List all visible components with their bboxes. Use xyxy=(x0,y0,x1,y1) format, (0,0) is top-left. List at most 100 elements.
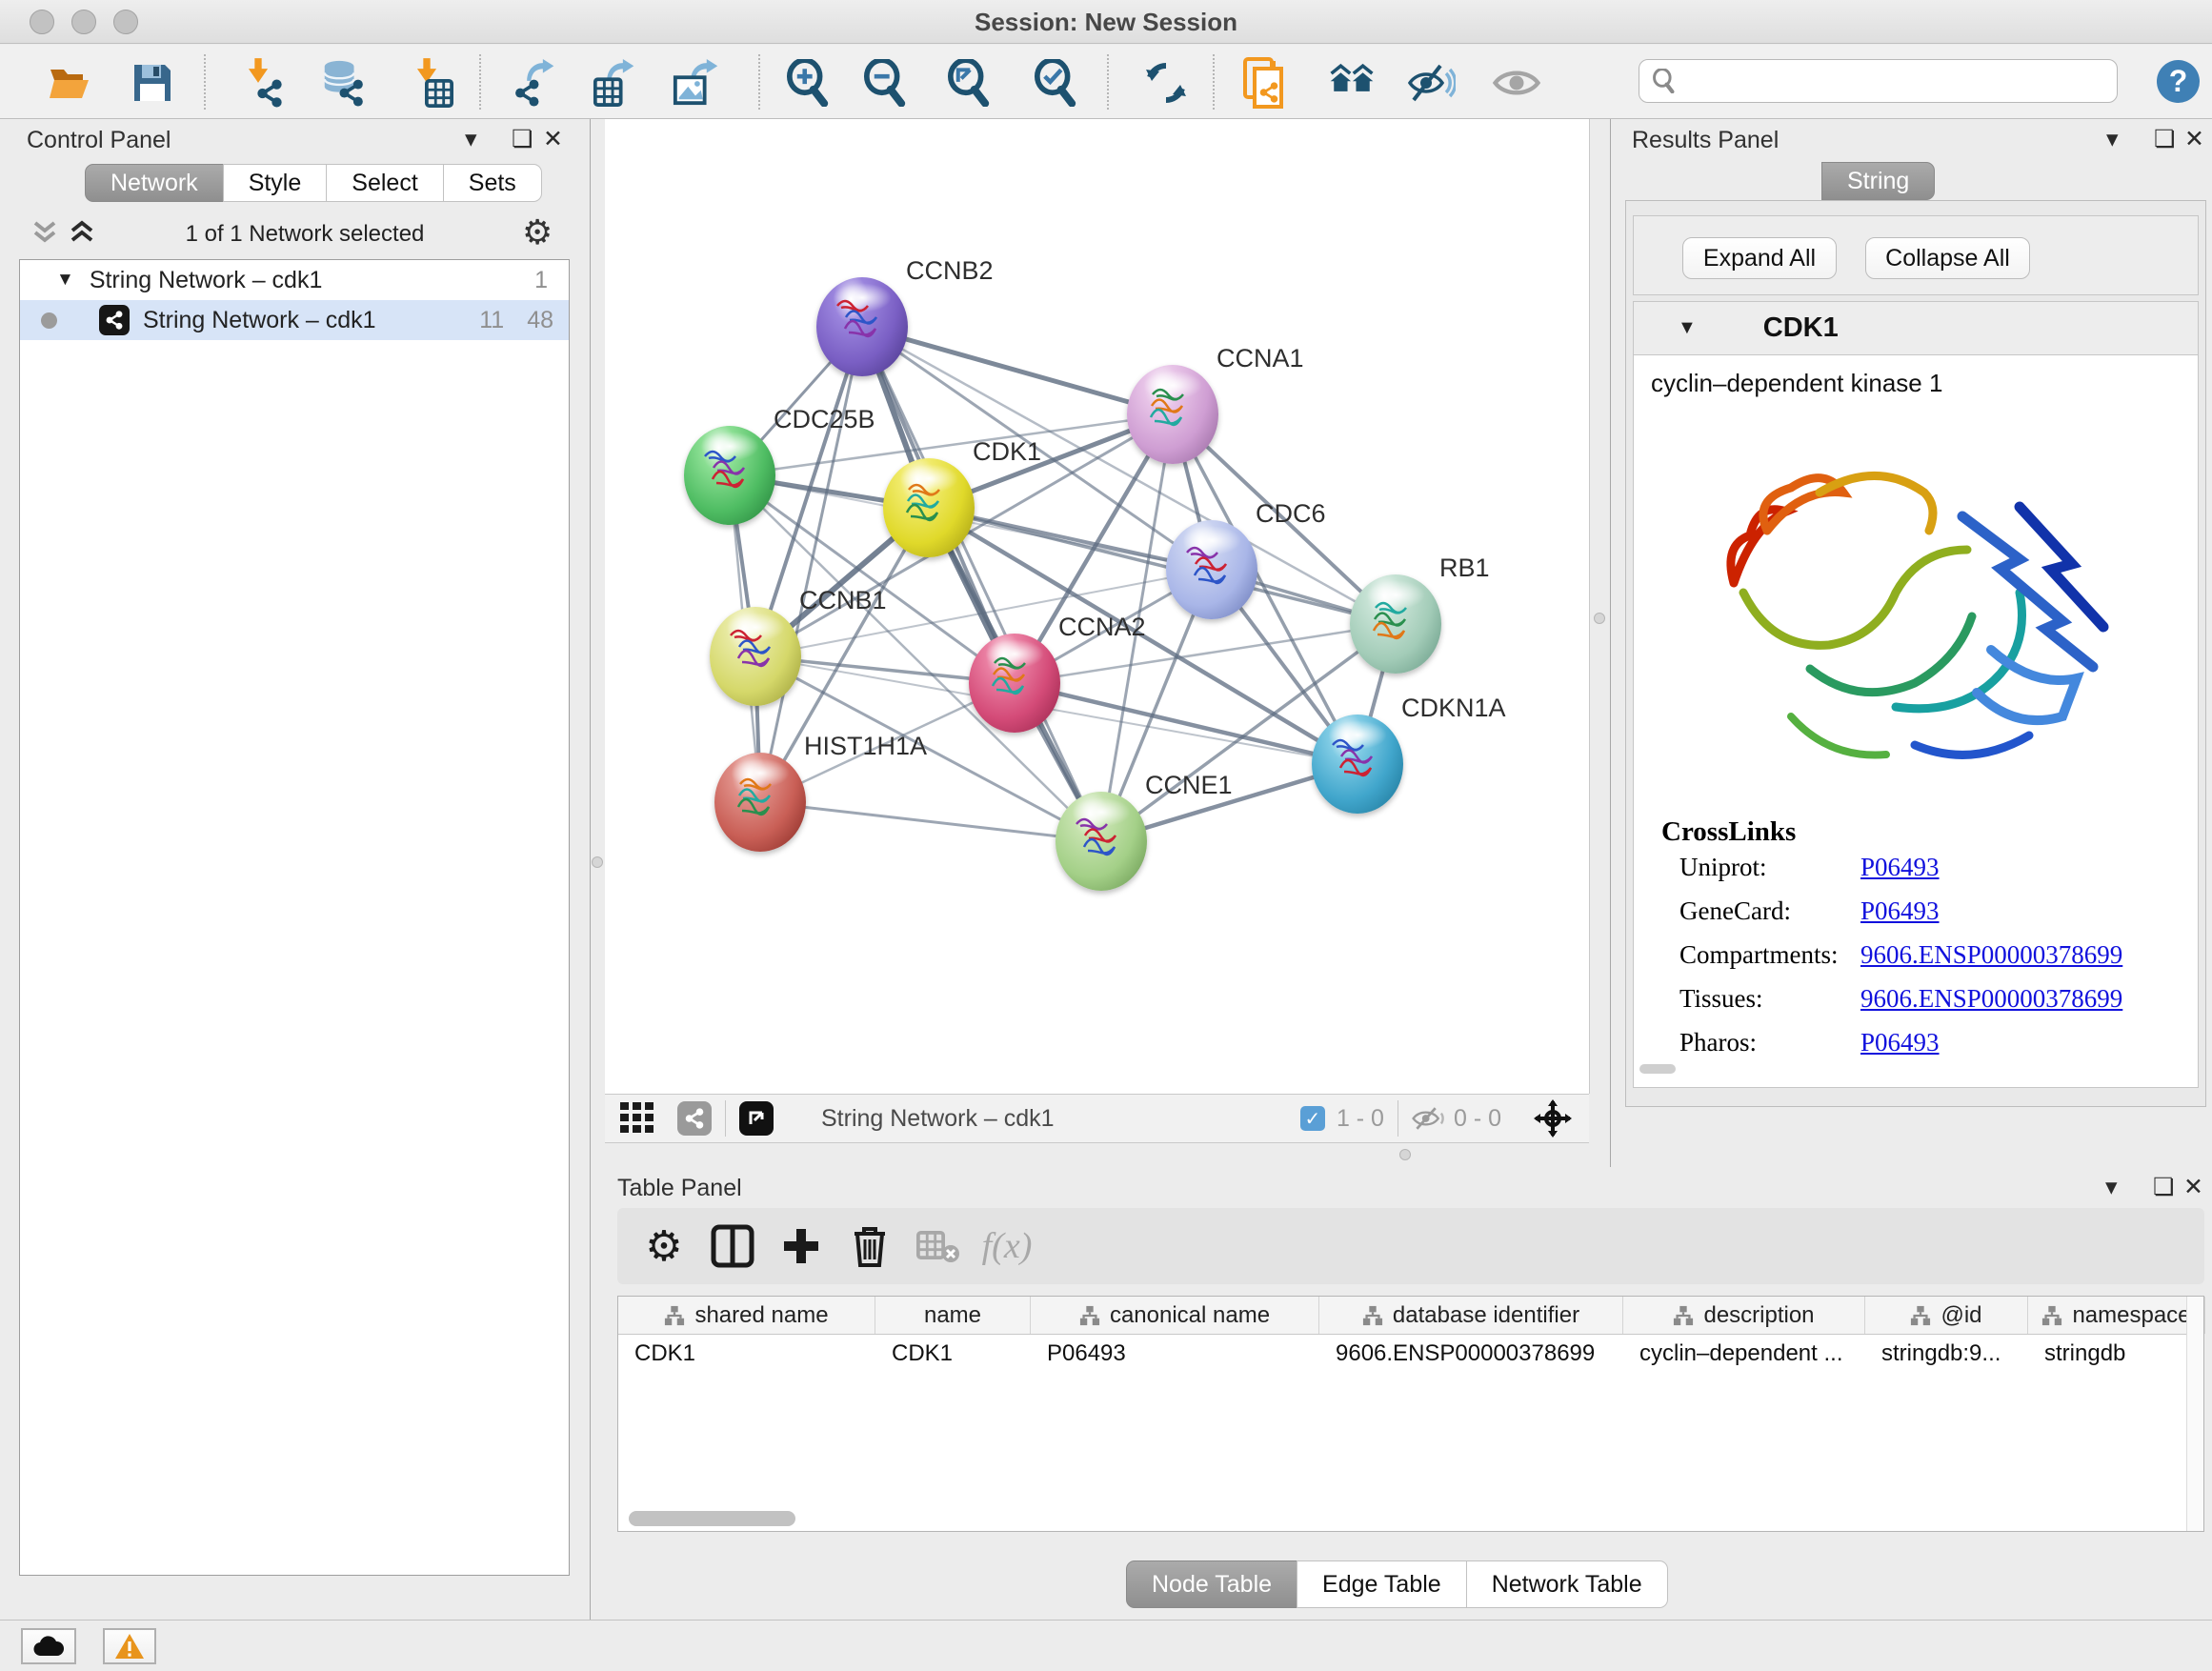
cell--id[interactable]: stringdb:9... xyxy=(1865,1335,2028,1373)
column-header-name[interactable]: name xyxy=(875,1297,1031,1334)
column-header--id[interactable]: @id xyxy=(1865,1297,2028,1334)
export-image-button[interactable] xyxy=(672,59,719,107)
crosslink-value-link[interactable]: 9606.ENSP00000378699 xyxy=(1860,940,2122,969)
collapse-all-chevron-icon[interactable] xyxy=(31,219,58,248)
cell-database-identifier[interactable]: 9606.ENSP00000378699 xyxy=(1319,1335,1623,1373)
export-network-button[interactable] xyxy=(510,59,557,107)
gene-section-header[interactable]: ▼ CDK1 xyxy=(1634,302,2198,355)
gear-icon[interactable]: ⚙ xyxy=(522,212,553,252)
search-input[interactable] xyxy=(1685,67,2105,95)
tab-node-table[interactable]: Node Table xyxy=(1126,1560,1297,1608)
panel-float-icon[interactable]: ❏ xyxy=(2153,1173,2174,1201)
table-settings-gear-icon[interactable]: ⚙ xyxy=(634,1219,694,1273)
panel-float-icon[interactable]: ❏ xyxy=(512,125,533,153)
column-header-namespace[interactable]: namespace xyxy=(2028,1297,2205,1334)
right-splitter[interactable] xyxy=(1589,119,1610,1094)
network-collection-row[interactable]: ▼ String Network – cdk1 1 xyxy=(20,260,569,300)
node-CDKN1A[interactable] xyxy=(1312,715,1403,814)
column-header-database-identifier[interactable]: database identifier xyxy=(1319,1297,1623,1334)
column-header-description[interactable]: description xyxy=(1623,1297,1865,1334)
crosslink-value-link[interactable]: P06493 xyxy=(1860,853,1940,881)
cell-shared-name[interactable]: CDK1 xyxy=(618,1335,875,1373)
crosslink-value-link[interactable]: 9606.ENSP00000378699 xyxy=(1860,984,2122,1013)
node-CCNA1[interactable] xyxy=(1127,365,1218,464)
zoom-fit-button[interactable] xyxy=(944,59,992,107)
node-CCNB2[interactable] xyxy=(816,277,908,376)
selected-checkbox-icon[interactable]: ✓ xyxy=(1300,1106,1325,1131)
node-CCNA2[interactable] xyxy=(969,634,1060,733)
import-table-button[interactable] xyxy=(408,59,455,107)
tab-network-table[interactable]: Network Table xyxy=(1466,1560,1668,1608)
splitter-grip[interactable] xyxy=(1594,613,1605,624)
node-RB1[interactable] xyxy=(1350,574,1441,674)
import-network-button[interactable] xyxy=(240,59,288,107)
first-neighbors-button[interactable] xyxy=(1328,59,1376,107)
section-scrollbar-thumb[interactable] xyxy=(1639,1064,1676,1074)
open-session-button[interactable] xyxy=(46,59,93,107)
panel-close-icon[interactable]: ✕ xyxy=(2183,1173,2203,1201)
help-button[interactable]: ? xyxy=(2157,60,2200,103)
network-canvas[interactable]: CCNB2 CCNA1 CDC25B CDK1 CDC6 RB1 CCNB1 C… xyxy=(605,119,1589,1094)
tab-edge-table[interactable]: Edge Table xyxy=(1297,1560,1467,1608)
node-CCNB1[interactable] xyxy=(710,607,801,706)
node-CCNE1[interactable] xyxy=(1056,792,1147,891)
cloud-button[interactable] xyxy=(21,1628,76,1664)
panel-close-icon[interactable]: ✕ xyxy=(543,125,563,153)
network-row-selected[interactable]: String Network – cdk1 11 48 xyxy=(20,300,569,340)
detach-view-icon[interactable] xyxy=(739,1101,774,1136)
panel-close-icon[interactable]: ✕ xyxy=(2184,125,2204,153)
export-table-button[interactable] xyxy=(590,59,637,107)
table-data-row[interactable]: CDK1CDK1P064939606.ENSP00000378699cyclin… xyxy=(618,1335,2203,1373)
tab-sets[interactable]: Sets xyxy=(443,164,542,202)
crosslink-value-link[interactable]: P06493 xyxy=(1860,896,1940,925)
save-session-button[interactable] xyxy=(129,59,176,107)
network-view-type-icon[interactable] xyxy=(677,1101,712,1136)
tree-expander-icon[interactable]: ▼ xyxy=(56,270,74,291)
create-column-plus-icon[interactable] xyxy=(772,1219,831,1273)
tab-network[interactable]: Network xyxy=(85,164,224,202)
panel-float-icon[interactable]: ❏ xyxy=(2154,125,2175,153)
show-columns-icon[interactable] xyxy=(703,1219,762,1273)
grid-view-icon[interactable] xyxy=(620,1102,658,1135)
collapse-all-button[interactable]: Collapse All xyxy=(1865,237,2030,279)
edge-HIST1H1A-CCNE1[interactable] xyxy=(760,802,1101,841)
expand-all-button[interactable]: Expand All xyxy=(1682,237,1837,279)
houses-icon xyxy=(1328,61,1376,105)
hide-selected-button[interactable] xyxy=(1408,59,1456,107)
tab-select[interactable]: Select xyxy=(326,164,443,202)
left-splitter[interactable] xyxy=(591,119,605,1094)
crosslink-value-link[interactable]: P06493 xyxy=(1860,1028,1940,1057)
cell-description[interactable]: cyclin–dependent ... xyxy=(1623,1335,1865,1373)
tab-style[interactable]: Style xyxy=(223,164,328,202)
zoom-out-button[interactable] xyxy=(860,59,908,107)
cell-namespace[interactable]: stringdb xyxy=(2028,1335,2205,1373)
cell-canonical-name[interactable]: P06493 xyxy=(1031,1335,1319,1373)
expand-all-chevron-icon[interactable] xyxy=(69,219,95,248)
clone-network-button[interactable] xyxy=(1241,59,1289,107)
zoom-selected-button[interactable] xyxy=(1031,59,1078,107)
edge-CCNB2-CCNE1[interactable] xyxy=(862,327,1101,841)
node-CDC6[interactable] xyxy=(1166,520,1257,619)
panel-menu-icon[interactable]: ▾ xyxy=(2105,1173,2118,1201)
node-CDK1[interactable] xyxy=(883,458,975,557)
table-vertical-scrollbar[interactable] xyxy=(2186,1297,2203,1531)
column-header-shared-name[interactable]: shared name xyxy=(618,1297,875,1334)
tab-string[interactable]: String xyxy=(1821,162,1935,200)
fit-content-crosshair-icon[interactable] xyxy=(1534,1099,1572,1137)
import-network-from-database-button[interactable] xyxy=(319,59,367,107)
warnings-button[interactable] xyxy=(103,1628,156,1664)
panel-menu-icon[interactable]: ▾ xyxy=(2106,125,2119,153)
apply-layout-button[interactable] xyxy=(1142,59,1190,107)
cell-name[interactable]: CDK1 xyxy=(875,1335,1031,1373)
section-expander-icon[interactable]: ▼ xyxy=(1678,317,1697,339)
node-CDC25B[interactable] xyxy=(684,426,775,525)
panel-menu-icon[interactable]: ▾ xyxy=(465,125,477,153)
node-HIST1H1A[interactable] xyxy=(714,753,806,852)
splitter-grip[interactable] xyxy=(1399,1149,1411,1160)
show-all-button-disabled[interactable] xyxy=(1493,59,1540,107)
table-horizontal-scrollbar-thumb[interactable] xyxy=(629,1511,795,1526)
splitter-grip[interactable] xyxy=(592,856,603,868)
column-header-canonical-name[interactable]: canonical name xyxy=(1031,1297,1319,1334)
zoom-in-button[interactable] xyxy=(783,59,831,107)
delete-column-trash-icon[interactable] xyxy=(840,1219,899,1273)
